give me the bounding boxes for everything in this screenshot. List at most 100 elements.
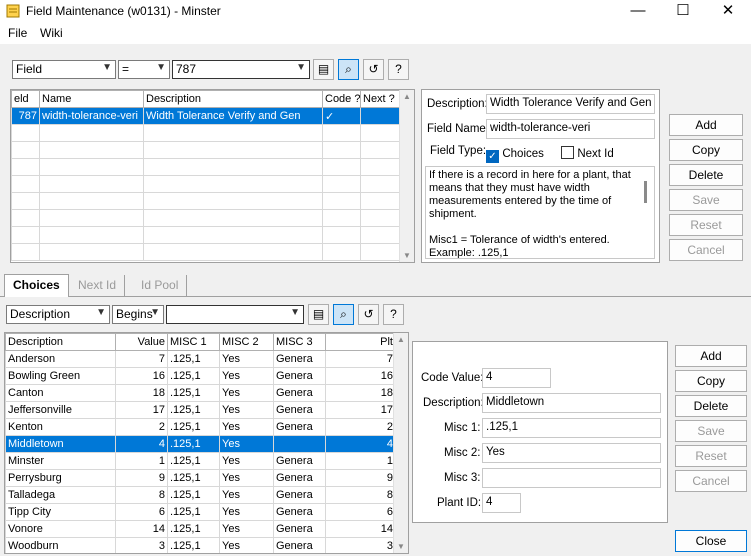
cell-misc1: .125,1 — [167, 350, 220, 368]
cell-misc2: Yes — [219, 350, 274, 368]
code-value-field[interactable]: 4 — [482, 368, 551, 388]
table-row[interactable]: Middletown 4.125,1 Yes 4 — [5, 435, 396, 453]
search-icon[interactable]: ⌕ — [333, 304, 354, 325]
column-header-value[interactable]: Value — [115, 333, 168, 351]
cancel-choice-button[interactable]: Cancel — [675, 470, 747, 492]
table-row[interactable]: Perrysburg 9.125,1 Yes Genera 9 — [5, 469, 396, 487]
column-header-plant[interactable]: Plt — [325, 333, 396, 351]
field-name-field[interactable]: width-tolerance-veri — [486, 119, 655, 139]
column-header-name[interactable]: Name — [39, 90, 144, 108]
fields-grid[interactable]: eld Name Description Code ? Next ? 787 w… — [10, 89, 415, 263]
misc3-field[interactable] — [482, 468, 661, 488]
copy-field-button[interactable]: Copy — [669, 139, 743, 161]
reset-field-button[interactable]: Reset — [669, 214, 743, 236]
add-choice-button[interactable]: Add — [675, 345, 747, 367]
add-field-button[interactable]: Add — [669, 114, 743, 136]
scroll-up-icon[interactable]: ▲ — [394, 335, 408, 344]
filter-list-icon[interactable]: ▤ — [308, 304, 329, 325]
filter-field-select[interactable]: Field ▼ — [12, 60, 116, 79]
choices-filter-field-select[interactable]: Description ▼ — [6, 305, 110, 324]
column-header-description[interactable]: Description — [143, 90, 323, 108]
minimize-button[interactable]: — — [616, 0, 660, 24]
column-header-next[interactable]: Next ? — [360, 90, 402, 108]
title-bar: Field Maintenance (w0131) - Minster — ☐ … — [0, 0, 751, 24]
fields-grid-scrollbar[interactable]: ▲ ▼ — [399, 90, 414, 262]
menu-wiki[interactable]: Wiki — [40, 26, 63, 40]
notes-line: means that they must have width — [429, 182, 590, 194]
menu-file[interactable]: File — [8, 26, 27, 40]
tab-next-id[interactable]: Next Id — [70, 275, 126, 297]
delete-field-button[interactable]: Delete — [669, 164, 743, 186]
misc2-label: Misc 2: — [444, 447, 481, 459]
description-field[interactable]: Width Tolerance Verify and Gen — [486, 94, 655, 114]
column-header-description[interactable]: Description — [5, 333, 116, 351]
scroll-down-icon[interactable]: ▼ — [400, 251, 414, 260]
reset-choice-button[interactable]: Reset — [675, 445, 747, 467]
misc1-field[interactable]: .125,1 — [482, 418, 661, 438]
refresh-icon[interactable]: ↺ — [358, 304, 379, 325]
scroll-up-icon[interactable]: ▲ — [400, 92, 414, 101]
column-header-code[interactable]: Code ? — [322, 90, 361, 108]
choices-filter-operator-select[interactable]: Begins ▼ — [112, 305, 164, 324]
next-id-checkbox[interactable]: Next Id — [561, 146, 614, 160]
column-header-misc2[interactable]: MISC 2 — [219, 333, 274, 351]
cell-misc3: Genera — [273, 401, 326, 419]
help-icon[interactable]: ? — [383, 304, 404, 325]
choices-checkbox[interactable]: ✓ Choices — [486, 146, 544, 163]
save-choice-button[interactable]: Save — [675, 420, 747, 442]
notes-textarea[interactable]: If there is a record in here for a plant… — [425, 166, 655, 259]
choice-description-field[interactable]: Middletown — [482, 393, 661, 413]
choices-grid[interactable]: Description Value MISC 1 MISC 2 MISC 3 P… — [4, 332, 409, 554]
cell-misc2: Yes — [219, 469, 274, 487]
cancel-field-button[interactable]: Cancel — [669, 239, 743, 261]
cell-description: Woodburn — [5, 537, 116, 553]
table-row[interactable]: Talladega 8.125,1 Yes Genera 8 — [5, 486, 396, 504]
table-row[interactable]: Vonore 14.125,1 Yes Genera 14 — [5, 520, 396, 538]
close-window-button[interactable]: ✕ — [706, 0, 750, 24]
filter-operator-select[interactable]: = ▼ — [118, 60, 170, 79]
delete-choice-button[interactable]: Delete — [675, 395, 747, 417]
tab-choices[interactable]: Choices — [4, 274, 69, 297]
tab-id-pool[interactable]: Id Pool — [133, 275, 188, 297]
choices-filter-field-value: Description — [10, 307, 71, 321]
table-row[interactable]: 787 width-tolerance-veri Width Tolerance… — [11, 107, 402, 125]
chevron-down-icon: ▼ — [150, 307, 160, 318]
choices-grid-scrollbar[interactable]: ▲ ▼ — [393, 333, 408, 553]
close-button[interactable]: Close — [675, 530, 747, 552]
scroll-down-icon[interactable]: ▼ — [394, 542, 408, 551]
column-header-misc3[interactable]: MISC 3 — [273, 333, 326, 351]
help-icon[interactable]: ? — [388, 59, 409, 80]
column-header-id[interactable]: eld — [11, 90, 40, 108]
plant-id-field[interactable]: 4 — [482, 493, 521, 513]
notes-scrollbar-thumb[interactable] — [644, 181, 647, 203]
cell-misc1: .125,1 — [167, 452, 220, 470]
column-header-misc1[interactable]: MISC 1 — [167, 333, 220, 351]
table-row[interactable]: Jeffersonville 17.125,1 Yes Genera 17 — [5, 401, 396, 419]
maximize-button[interactable]: ☐ — [661, 0, 705, 24]
choices-filter-value-input[interactable]: ▼ — [166, 305, 304, 324]
choice-description-label: Description: — [423, 397, 484, 409]
filter-value-input[interactable]: 787 ▼ — [172, 60, 310, 79]
table-row[interactable]: Minster 1.125,1 Yes Genera 1 — [5, 452, 396, 470]
save-field-button[interactable]: Save — [669, 189, 743, 211]
filter-list-icon[interactable]: ▤ — [313, 59, 334, 80]
table-row[interactable]: Kenton 2.125,1 Yes Genera 2 — [5, 418, 396, 436]
copy-choice-button[interactable]: Copy — [675, 370, 747, 392]
table-row[interactable]: Canton 18.125,1 Yes Genera 18 — [5, 384, 396, 402]
checkbox-box — [561, 146, 574, 159]
cell-description: Kenton — [5, 418, 116, 436]
table-row[interactable]: Tipp City 6.125,1 Yes Genera 6 — [5, 503, 396, 521]
table-row[interactable]: Bowling Green 16.125,1 Yes Genera 16 — [5, 367, 396, 385]
refresh-icon[interactable]: ↺ — [363, 59, 384, 80]
table-row[interactable]: Woodburn 3.125,1 Yes Genera 3 — [5, 537, 396, 553]
notes-line: Example: .125,1 — [429, 247, 509, 259]
misc2-field[interactable]: Yes — [482, 443, 661, 463]
next-id-checkbox-label: Next Id — [577, 148, 614, 160]
search-icon[interactable]: ⌕ — [338, 59, 359, 80]
table-row[interactable]: Anderson 7.125,1 Yes Genera 7 — [5, 350, 396, 368]
cell-value: 14 — [115, 520, 168, 538]
filter-operator-value: = — [122, 62, 130, 76]
cell-plant: 2 — [325, 418, 396, 436]
chevron-down-icon: ▼ — [156, 62, 166, 73]
cell-misc3 — [273, 435, 326, 453]
